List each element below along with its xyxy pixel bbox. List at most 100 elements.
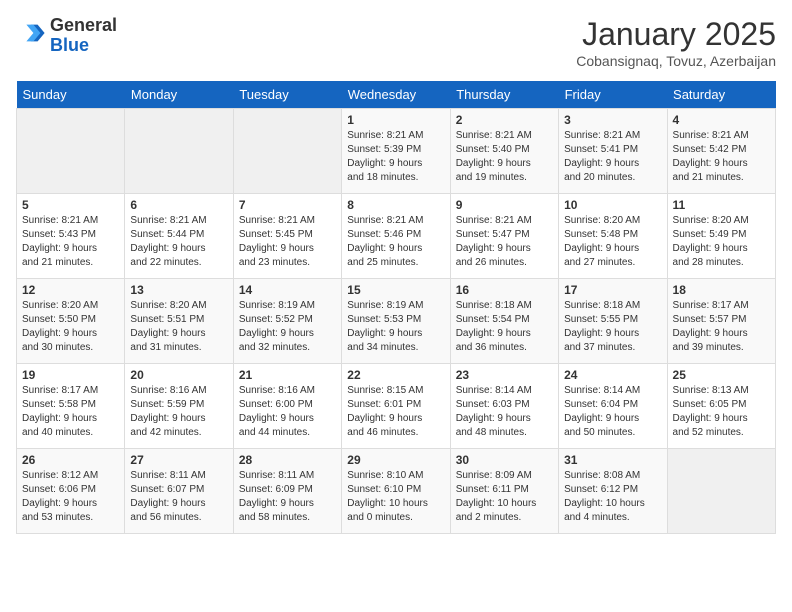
calendar-week-row: 1 Sunrise: 8:21 AM Sunset: 5:39 PM Daylig… [17,109,776,194]
calendar-cell: 31Sunrise: 8:08 AM Sunset: 6:12 PM Dayli… [559,449,667,534]
logo-icon [18,19,46,47]
calendar-cell: 2 Sunrise: 8:21 AM Sunset: 5:40 PM Daylig… [450,109,558,194]
calendar-cell: 25 Sunrise: 8:13 AM Sunset: 6:05 PM Dayli… [667,364,775,449]
calendar-cell: 5 Sunrise: 8:21 AM Sunset: 5:43 PM Daylig… [17,194,125,279]
location-subtitle: Cobansignaq, Tovuz, Azerbaijan [576,53,776,69]
day-info: Sunrise: 8:21 AM Sunset: 5:42 PM Dayligh… [673,129,770,185]
day-number: 4 [673,113,770,127]
header-friday: Friday [559,81,667,109]
day-info: Sunrise: 8:16 AM Sunset: 5:59 PM Dayligh… [130,384,227,440]
calendar-cell: 10 Sunrise: 8:20 AM Sunset: 5:48 PM Dayli… [559,194,667,279]
day-info: Sunrise: 8:20 AM Sunset: 5:51 PM Dayligh… [130,299,227,355]
month-title: January 2025 [576,16,776,53]
day-info: Sunrise: 8:09 AM Sunset: 6:11 PM Dayligh… [456,469,553,525]
day-info: Sunrise: 8:13 AM Sunset: 6:05 PM Dayligh… [673,384,770,440]
title-block: January 2025 Cobansignaq, Tovuz, Azerbai… [576,16,776,69]
day-info: Sunrise: 8:18 AM Sunset: 5:55 PM Dayligh… [564,299,661,355]
calendar-cell: 29 Sunrise: 8:10 AM Sunset: 6:10 PM Dayli… [342,449,450,534]
day-info: Sunrise: 8:11 AM Sunset: 6:09 PM Dayligh… [239,469,336,525]
day-number: 27 [130,453,227,467]
day-number: 24 [564,368,661,382]
calendar-cell: 4 Sunrise: 8:21 AM Sunset: 5:42 PM Daylig… [667,109,775,194]
calendar-cell: 7Sunrise: 8:21 AM Sunset: 5:45 PM Daylig… [233,194,341,279]
calendar-cell: 18Sunrise: 8:17 AM Sunset: 5:57 PM Dayli… [667,279,775,364]
calendar-header-row: SundayMondayTuesdayWednesdayThursdayFrid… [17,81,776,109]
day-info: Sunrise: 8:21 AM Sunset: 5:46 PM Dayligh… [347,214,444,270]
day-number: 21 [239,368,336,382]
day-number: 7 [239,198,336,212]
calendar-cell: 1 Sunrise: 8:21 AM Sunset: 5:39 PM Daylig… [342,109,450,194]
day-number: 16 [456,283,553,297]
day-number: 30 [456,453,553,467]
day-info: Sunrise: 8:17 AM Sunset: 5:58 PM Dayligh… [22,384,119,440]
header-monday: Monday [125,81,233,109]
page-header: General Blue January 2025 Cobansignaq, T… [16,16,776,69]
calendar-cell: 9Sunrise: 8:21 AM Sunset: 5:47 PM Daylig… [450,194,558,279]
calendar-cell: 26 Sunrise: 8:12 AM Sunset: 6:06 PM Dayli… [17,449,125,534]
day-number: 1 [347,113,444,127]
calendar-cell [17,109,125,194]
calendar-week-row: 5 Sunrise: 8:21 AM Sunset: 5:43 PM Daylig… [17,194,776,279]
day-info: Sunrise: 8:21 AM Sunset: 5:41 PM Dayligh… [564,129,661,185]
day-info: Sunrise: 8:14 AM Sunset: 6:04 PM Dayligh… [564,384,661,440]
calendar-week-row: 19 Sunrise: 8:17 AM Sunset: 5:58 PM Dayli… [17,364,776,449]
calendar-cell: 24 Sunrise: 8:14 AM Sunset: 6:04 PM Dayli… [559,364,667,449]
calendar-table: SundayMondayTuesdayWednesdayThursdayFrid… [16,81,776,534]
header-thursday: Thursday [450,81,558,109]
day-number: 10 [564,198,661,212]
day-info: Sunrise: 8:14 AM Sunset: 6:03 PM Dayligh… [456,384,553,440]
calendar-cell [667,449,775,534]
day-info: Sunrise: 8:21 AM Sunset: 5:43 PM Dayligh… [22,214,119,270]
day-info: Sunrise: 8:08 AM Sunset: 6:12 PM Dayligh… [564,469,661,525]
calendar-cell: 27 Sunrise: 8:11 AM Sunset: 6:07 PM Dayli… [125,449,233,534]
day-number: 25 [673,368,770,382]
day-number: 29 [347,453,444,467]
calendar-cell: 6 Sunrise: 8:21 AM Sunset: 5:44 PM Daylig… [125,194,233,279]
day-info: Sunrise: 8:10 AM Sunset: 6:10 PM Dayligh… [347,469,444,525]
day-number: 19 [22,368,119,382]
day-info: Sunrise: 8:16 AM Sunset: 6:00 PM Dayligh… [239,384,336,440]
day-info: Sunrise: 8:15 AM Sunset: 6:01 PM Dayligh… [347,384,444,440]
day-info: Sunrise: 8:19 AM Sunset: 5:52 PM Dayligh… [239,299,336,355]
calendar-cell: 14Sunrise: 8:19 AM Sunset: 5:52 PM Dayli… [233,279,341,364]
header-tuesday: Tuesday [233,81,341,109]
day-number: 11 [673,198,770,212]
day-number: 18 [673,283,770,297]
day-info: Sunrise: 8:21 AM Sunset: 5:40 PM Dayligh… [456,129,553,185]
day-number: 13 [130,283,227,297]
calendar-cell: 23 Sunrise: 8:14 AM Sunset: 6:03 PM Dayli… [450,364,558,449]
calendar-cell: 12Sunrise: 8:20 AM Sunset: 5:50 PM Dayli… [17,279,125,364]
calendar-week-row: 12Sunrise: 8:20 AM Sunset: 5:50 PM Dayli… [17,279,776,364]
day-info: Sunrise: 8:21 AM Sunset: 5:44 PM Dayligh… [130,214,227,270]
header-sunday: Sunday [17,81,125,109]
logo-general-text: General [50,15,117,35]
calendar-cell: 15Sunrise: 8:19 AM Sunset: 5:53 PM Dayli… [342,279,450,364]
day-info: Sunrise: 8:12 AM Sunset: 6:06 PM Dayligh… [22,469,119,525]
calendar-cell: 8 Sunrise: 8:21 AM Sunset: 5:46 PM Daylig… [342,194,450,279]
calendar-cell: 30 Sunrise: 8:09 AM Sunset: 6:11 PM Dayli… [450,449,558,534]
logo-blue-text: Blue [50,35,89,55]
calendar-cell [233,109,341,194]
day-info: Sunrise: 8:18 AM Sunset: 5:54 PM Dayligh… [456,299,553,355]
day-number: 5 [22,198,119,212]
calendar-week-row: 26 Sunrise: 8:12 AM Sunset: 6:06 PM Dayli… [17,449,776,534]
day-number: 3 [564,113,661,127]
day-number: 20 [130,368,227,382]
day-info: Sunrise: 8:19 AM Sunset: 5:53 PM Dayligh… [347,299,444,355]
calendar-cell: 21 Sunrise: 8:16 AM Sunset: 6:00 PM Dayli… [233,364,341,449]
day-number: 17 [564,283,661,297]
day-number: 23 [456,368,553,382]
day-number: 26 [22,453,119,467]
calendar-cell: 13 Sunrise: 8:20 AM Sunset: 5:51 PM Dayli… [125,279,233,364]
day-number: 2 [456,113,553,127]
calendar-cell: 17 Sunrise: 8:18 AM Sunset: 5:55 PM Dayli… [559,279,667,364]
day-info: Sunrise: 8:20 AM Sunset: 5:48 PM Dayligh… [564,214,661,270]
day-info: Sunrise: 8:21 AM Sunset: 5:39 PM Dayligh… [347,129,444,185]
calendar-cell [125,109,233,194]
calendar-cell: 19 Sunrise: 8:17 AM Sunset: 5:58 PM Dayli… [17,364,125,449]
day-info: Sunrise: 8:21 AM Sunset: 5:47 PM Dayligh… [456,214,553,270]
day-number: 6 [130,198,227,212]
day-info: Sunrise: 8:20 AM Sunset: 5:49 PM Dayligh… [673,214,770,270]
day-info: Sunrise: 8:11 AM Sunset: 6:07 PM Dayligh… [130,469,227,525]
day-number: 8 [347,198,444,212]
